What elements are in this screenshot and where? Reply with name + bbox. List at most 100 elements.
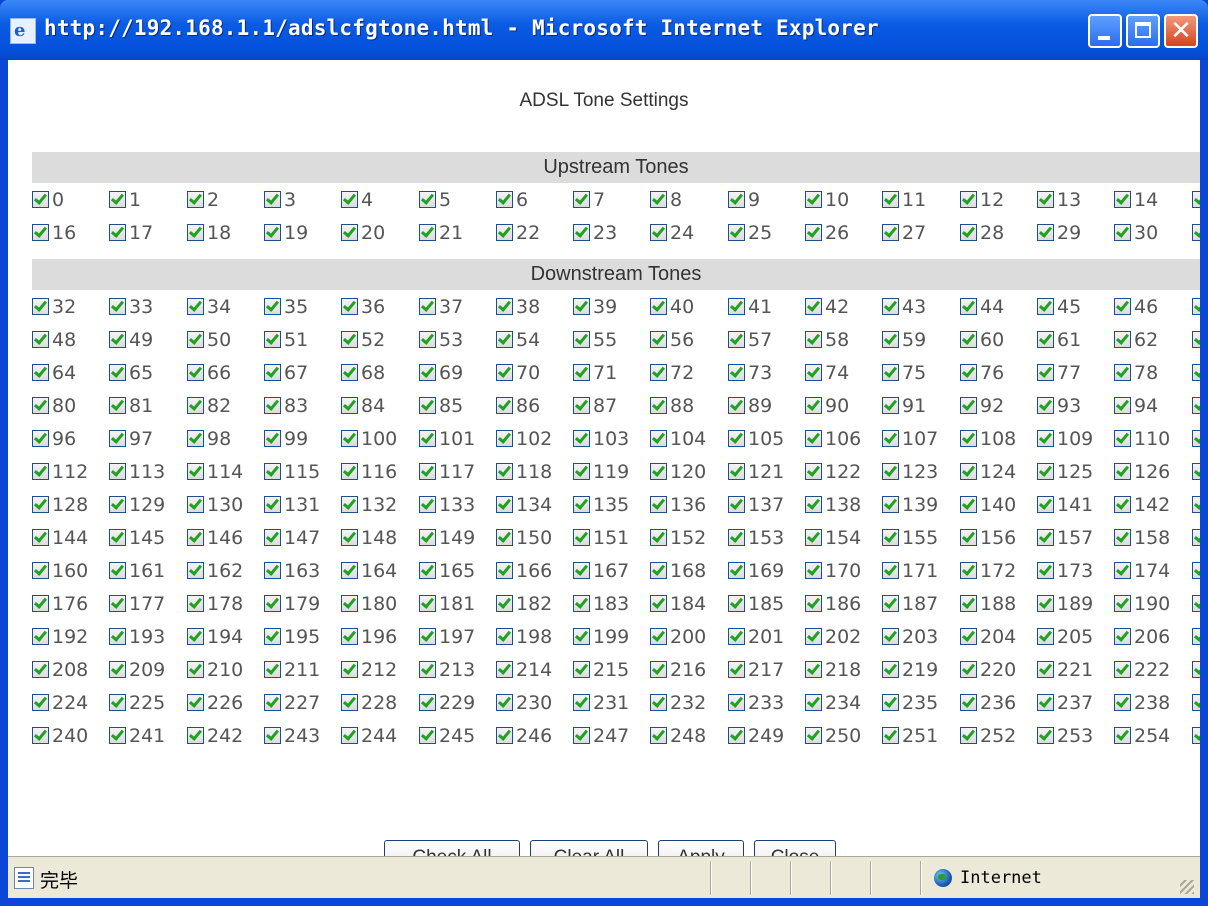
tone-checkbox[interactable]: [496, 594, 513, 612]
tone-checkbox-item[interactable]: 179: [264, 588, 320, 621]
tone-checkbox-item[interactable]: 204: [960, 621, 1016, 654]
tone-checkbox-item[interactable]: 232: [650, 687, 706, 720]
tone-checkbox[interactable]: [960, 297, 977, 315]
tone-checkbox-item[interactable]: 227: [264, 687, 320, 720]
tone-checkbox-item[interactable]: 169: [728, 555, 784, 588]
tone-checkbox-item[interactable]: 222: [1114, 654, 1170, 687]
tone-checkbox-item[interactable]: 84: [341, 390, 385, 423]
tone-checkbox[interactable]: [32, 561, 49, 579]
tone-checkbox[interactable]: [496, 462, 513, 480]
tone-checkbox[interactable]: [960, 396, 977, 414]
tone-checkbox[interactable]: [496, 190, 513, 208]
tone-checkbox[interactable]: [419, 462, 436, 480]
tone-checkbox[interactable]: [187, 297, 204, 315]
tone-checkbox-item[interactable]: 194: [187, 621, 243, 654]
tone-checkbox-item[interactable]: 25: [728, 217, 772, 250]
tone-checkbox[interactable]: [1037, 726, 1054, 744]
tone-checkbox[interactable]: [32, 297, 49, 315]
tone-checkbox-item[interactable]: 13: [1037, 184, 1081, 217]
tone-checkbox[interactable]: [187, 726, 204, 744]
tone-checkbox-item[interactable]: 245: [419, 720, 475, 753]
tone-checkbox[interactable]: [1037, 495, 1054, 513]
tone-checkbox[interactable]: [573, 726, 590, 744]
tone-checkbox-item[interactable]: 185: [728, 588, 784, 621]
tone-checkbox-item[interactable]: 99: [264, 423, 308, 456]
tone-checkbox[interactable]: [109, 363, 126, 381]
tone-checkbox[interactable]: [1114, 223, 1131, 241]
tone-checkbox-item[interactable]: 118: [496, 456, 552, 489]
tone-checkbox[interactable]: [187, 561, 204, 579]
tone-checkbox-item[interactable]: 91: [882, 390, 926, 423]
tone-checkbox-item[interactable]: 188: [960, 588, 1016, 621]
tone-checkbox-item[interactable]: 192: [32, 621, 88, 654]
tone-checkbox-item[interactable]: 117: [419, 456, 475, 489]
tone-checkbox[interactable]: [109, 528, 126, 546]
tone-checkbox[interactable]: [264, 190, 281, 208]
tone-checkbox[interactable]: [1037, 561, 1054, 579]
tone-checkbox[interactable]: [32, 528, 49, 546]
tone-checkbox[interactable]: [805, 528, 822, 546]
tone-checkbox[interactable]: [1192, 495, 1200, 513]
tone-checkbox-item[interactable]: 130: [187, 489, 243, 522]
tone-checkbox[interactable]: [573, 660, 590, 678]
tone-checkbox[interactable]: [419, 429, 436, 447]
tone-checkbox[interactable]: [341, 594, 358, 612]
tone-checkbox-item[interactable]: 177: [109, 588, 165, 621]
tone-checkbox-item[interactable]: 208: [32, 654, 88, 687]
tone-checkbox[interactable]: [1037, 330, 1054, 348]
tone-checkbox-item[interactable]: 176: [32, 588, 88, 621]
tone-checkbox[interactable]: [1037, 363, 1054, 381]
tone-checkbox-item[interactable]: 226: [187, 687, 243, 720]
tone-checkbox-item[interactable]: 45: [1037, 291, 1081, 324]
tone-checkbox[interactable]: [882, 429, 899, 447]
tone-checkbox-item[interactable]: 119: [573, 456, 629, 489]
tone-checkbox[interactable]: [1192, 561, 1200, 579]
tone-checkbox-item[interactable]: 149: [419, 522, 475, 555]
tone-checkbox-item[interactable]: 190: [1114, 588, 1170, 621]
tone-checkbox-item[interactable]: 234: [805, 687, 861, 720]
tone-checkbox-item[interactable]: 62: [1114, 324, 1158, 357]
tone-checkbox-item[interactable]: 11: [882, 184, 926, 217]
tone-checkbox[interactable]: [805, 594, 822, 612]
tone-checkbox-item[interactable]: 193: [109, 621, 165, 654]
tone-checkbox-item[interactable]: 12: [960, 184, 1004, 217]
tone-checkbox[interactable]: [650, 561, 667, 579]
tone-checkbox[interactable]: [496, 223, 513, 241]
tone-checkbox[interactable]: [264, 396, 281, 414]
tone-checkbox[interactable]: [1192, 660, 1200, 678]
tone-checkbox-item[interactable]: 55: [573, 324, 617, 357]
tone-checkbox-item[interactable]: 147: [264, 522, 320, 555]
tone-checkbox-item[interactable]: 187: [882, 588, 938, 621]
tone-checkbox[interactable]: [32, 594, 49, 612]
tone-checkbox[interactable]: [960, 594, 977, 612]
tone-checkbox-item[interactable]: 9: [728, 184, 760, 217]
tone-checkbox[interactable]: [650, 396, 667, 414]
tone-checkbox[interactable]: [728, 594, 745, 612]
tone-checkbox[interactable]: [573, 495, 590, 513]
tone-checkbox-item[interactable]: 121: [728, 456, 784, 489]
tone-checkbox[interactable]: [1114, 594, 1131, 612]
tone-checkbox-item[interactable]: 165: [419, 555, 475, 588]
tone-checkbox-item[interactable]: 0: [32, 184, 64, 217]
tone-checkbox[interactable]: [573, 223, 590, 241]
tone-checkbox[interactable]: [496, 396, 513, 414]
tone-checkbox[interactable]: [419, 396, 436, 414]
tone-checkbox-item-cutoff[interactable]: [1192, 489, 1200, 522]
tone-checkbox[interactable]: [650, 297, 667, 315]
tone-checkbox-item[interactable]: 98: [187, 423, 231, 456]
tone-checkbox[interactable]: [882, 594, 899, 612]
tone-checkbox-item[interactable]: 35: [264, 291, 308, 324]
apply-button[interactable]: Apply: [658, 840, 744, 856]
tone-checkbox[interactable]: [341, 627, 358, 645]
tone-checkbox-item[interactable]: 240: [32, 720, 88, 753]
tone-checkbox-item[interactable]: 103: [573, 423, 629, 456]
tone-checkbox-item[interactable]: 101: [419, 423, 475, 456]
tone-checkbox[interactable]: [960, 561, 977, 579]
tone-checkbox[interactable]: [187, 363, 204, 381]
tone-checkbox-item[interactable]: 44: [960, 291, 1004, 324]
minimize-button[interactable]: [1088, 14, 1122, 48]
tone-checkbox[interactable]: [1192, 528, 1200, 546]
tone-checkbox-item[interactable]: 201: [728, 621, 784, 654]
tone-checkbox[interactable]: [805, 561, 822, 579]
tone-checkbox[interactable]: [650, 223, 667, 241]
